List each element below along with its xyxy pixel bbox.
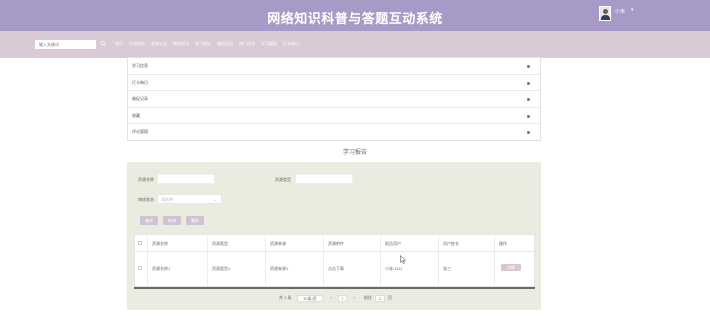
cell-resource-name: 资源名称1 [148, 252, 208, 286]
select-all-checkbox[interactable] [138, 241, 142, 245]
resource-type-label: 资源类型 [275, 177, 291, 182]
dropdown-item-study-info[interactable]: 学习信息 [128, 58, 540, 75]
cell-user-name: 张三 [439, 252, 495, 286]
goto-label: 前往 [364, 295, 372, 300]
delete-button[interactable]: 删除 [186, 216, 204, 225]
nav-item-study-report[interactable]: 学习报告 [195, 40, 211, 48]
nav-item-daily-checkin[interactable]: 打卡每日 [283, 40, 299, 48]
cell-attachment: 点击下载 [324, 252, 381, 286]
user-avatar[interactable] [599, 6, 611, 21]
nav-item-online-test[interactable]: 在线测试 [129, 40, 145, 48]
page-size-select[interactable]: 10条/页 [297, 295, 323, 302]
dropdown-item-comments[interactable]: 评论管理 [128, 124, 540, 141]
menu-item-icon [527, 131, 530, 135]
column-header: 资源来源 [266, 235, 324, 251]
select-placeholder: 请选择 [161, 197, 173, 202]
column-header: 资源名称 [148, 235, 208, 251]
next-page-button[interactable]: › [350, 295, 358, 302]
search-icon[interactable] [100, 40, 107, 47]
resource-table: 资源名称 资源类型 资源来源 资源附件 报告用户 用户姓名 操作 资源名称1 资… [134, 234, 535, 287]
chevron-down-icon[interactable]: ▾ [631, 7, 634, 13]
detail-button[interactable]: 详情 [501, 264, 521, 271]
review-status-label: 审核状态 [138, 197, 154, 202]
nav-menu: 首页 在线测试 系统公告 网络资讯 学习报告 随机论坛 热门活动 学习题组 打卡… [115, 40, 305, 48]
dropdown-item-label: 催促记录 [132, 96, 148, 102]
dropdown-item-label: 打卡每日 [132, 79, 148, 85]
dropdown-item-label: 学习信息 [132, 63, 148, 68]
mouse-cursor-icon [400, 255, 406, 264]
cell-report-user: 小张-1111 [381, 252, 439, 286]
resource-name-label: 资源名称 [138, 177, 154, 182]
nav-item-news[interactable]: 网络资讯 [173, 40, 189, 48]
dropdown-item-favorites[interactable]: 收藏 [128, 108, 540, 125]
menu-item-icon [527, 81, 530, 85]
avatar-body [601, 15, 610, 20]
cell-resource-source: 资源来源1 [266, 252, 324, 286]
prev-page-button[interactable]: ‹ [327, 295, 335, 302]
table-horizontal-scrollbar[interactable] [134, 287, 535, 289]
nav-item-question-sets[interactable]: 学习题组 [261, 40, 277, 48]
cell-operation: 详情 [495, 252, 534, 286]
column-header: 资源类型 [208, 235, 266, 251]
query-button[interactable]: 查询 [140, 216, 158, 225]
dropdown-item-reminders[interactable]: 催促记录 [128, 91, 540, 108]
nav-item-forum[interactable]: 随机论坛 [217, 40, 233, 48]
column-header: 资源附件 [324, 235, 381, 251]
search-input[interactable] [35, 40, 96, 49]
goto-page-input[interactable]: 1 [375, 295, 385, 302]
dropdown-item-label: 收藏 [132, 112, 140, 118]
menu-item-icon [527, 98, 530, 102]
menu-item-icon [527, 65, 530, 68]
column-header: 用户姓名 [439, 235, 495, 251]
review-status-select[interactable]: 请选择 ⌄ [157, 194, 222, 204]
column-header: 操作 [499, 241, 507, 246]
page-unit-label: 页 [388, 295, 392, 300]
row-select [135, 252, 148, 286]
header-select-all[interactable] [135, 235, 148, 251]
nav-item-home[interactable]: 首页 [115, 40, 123, 48]
menu-item-icon [527, 114, 530, 118]
dropdown-item-label: 评论管理 [132, 129, 148, 135]
row-checkbox[interactable] [138, 266, 142, 270]
chevron-down-icon: ⌄ [213, 197, 217, 202]
user-dropdown-menu: 学习信息 打卡每日 催促记录 收藏 评论管理 [127, 57, 541, 141]
cell-resource-type: 资源类型1 [208, 252, 266, 286]
resource-type-input[interactable] [295, 174, 353, 184]
add-button[interactable]: 新增 [163, 216, 181, 225]
table-header: 资源名称 资源类型 资源来源 资源附件 报告用户 用户姓名 操作 [135, 235, 534, 252]
nav-item-announcements[interactable]: 系统公告 [151, 40, 167, 48]
dropdown-item-daily-checkin[interactable]: 打卡每日 [128, 75, 540, 92]
avatar-head [603, 9, 608, 14]
nav-item-events[interactable]: 热门活动 [239, 40, 255, 48]
page-title: 学习报告 [342, 150, 367, 156]
resource-name-input[interactable] [157, 174, 215, 184]
table-row: 资源名称1 资源类型1 资源来源1 点击下载 小张-1111 张三 详情 [135, 252, 534, 286]
column-header: 报告用户 [381, 235, 439, 251]
pagination-total: 共 1 条 [279, 295, 292, 300]
user-name[interactable]: 小米 [615, 8, 625, 15]
page-number[interactable]: 1 [338, 295, 347, 302]
